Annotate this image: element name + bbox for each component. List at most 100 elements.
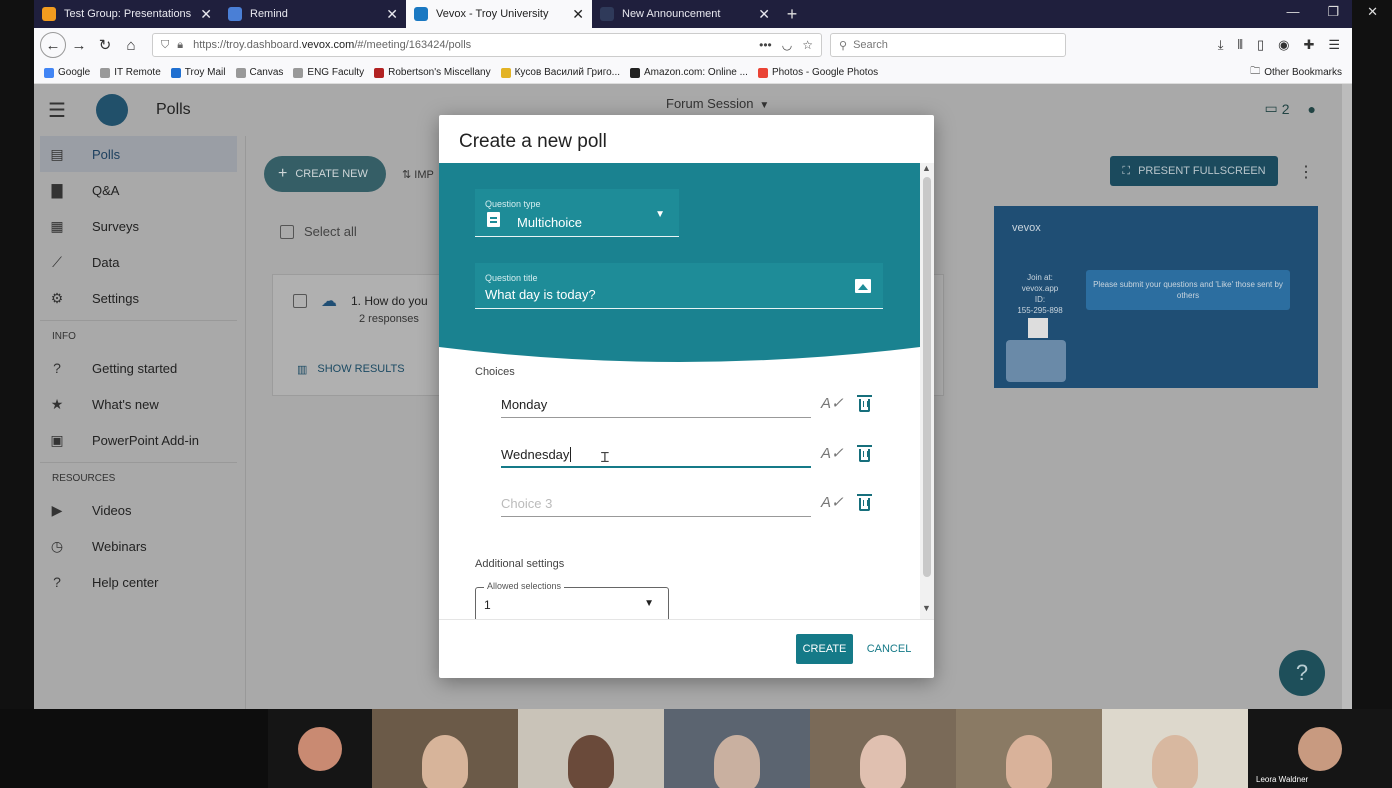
forward-icon[interactable]: →: [66, 32, 92, 58]
allowed-selections-select[interactable]: Allowed selections 1 ▼: [475, 581, 669, 619]
sidebar-item-what-s-new[interactable]: ★ What's new: [34, 386, 245, 422]
search-input[interactable]: ⚲ Search: [830, 33, 1066, 57]
sidebar-item-surveys[interactable]: ▦ Surveys: [34, 208, 245, 244]
pocket-icon[interactable]: ◡: [782, 38, 792, 52]
qr-code: [1028, 318, 1048, 338]
sidebar-item-help-center[interactable]: ? Help center: [34, 564, 245, 600]
create-new-button[interactable]: + CREATE NEW: [264, 156, 386, 192]
browser-tab[interactable]: Remind ✕: [220, 0, 406, 28]
url-text[interactable]: https://troy.dashboard.vevox.com/#/meeti…: [193, 39, 759, 51]
create-button[interactable]: CREATE: [796, 634, 853, 664]
sidebar-item-settings[interactable]: ⚙ Settings: [34, 280, 245, 316]
spellcheck-icon[interactable]: A✓: [821, 493, 844, 511]
bookmark-item[interactable]: ENG Faculty: [293, 67, 364, 78]
question-type-select[interactable]: Question type Multichoice ▼: [475, 189, 679, 237]
close-tab-icon[interactable]: ✕: [572, 6, 584, 23]
help-circle-icon: ?: [53, 360, 61, 376]
image-icon[interactable]: [855, 279, 871, 293]
sidebar: ▤ Polls ▇ Q&A ▦ Surveys ⟋ Data ⚙ Settings INFO ? G…: [34, 136, 246, 709]
cancel-button[interactable]: CANCEL: [863, 634, 915, 664]
video-participant-tile[interactable]: [268, 709, 372, 788]
bookmark-item[interactable]: Google: [44, 67, 90, 78]
sidebar-item-polls[interactable]: ▤ Polls: [40, 136, 237, 172]
minimize-icon[interactable]: —: [1286, 4, 1299, 20]
present-fullscreen-button[interactable]: ⛶ PRESENT FULLSCREEN: [1110, 156, 1278, 186]
video-participant-tile[interactable]: [664, 709, 810, 788]
browser-tab[interactable]: Vevox - Troy University ✕: [406, 0, 592, 28]
bookmark-item[interactable]: Amazon.com: Online ...: [630, 67, 748, 78]
bookmark-item[interactable]: Кусов Василий Григо...: [500, 67, 620, 78]
page-scrollbar[interactable]: [1342, 84, 1352, 709]
close-tab-icon[interactable]: ✕: [386, 6, 398, 23]
bookmark-item[interactable]: Photos - Google Photos: [757, 67, 878, 78]
browser-tab[interactable]: Test Group: Presentations on G ✕: [34, 0, 220, 28]
import-button[interactable]: ⇅ IMP: [402, 168, 434, 181]
sidebar-item-videos[interactable]: ▶ Videos: [34, 492, 245, 528]
reload-icon[interactable]: ↻: [92, 32, 118, 58]
select-all-checkbox[interactable]: Select all: [280, 224, 357, 239]
hamburger-menu-icon[interactable]: ☰: [34, 98, 80, 123]
other-bookmarks[interactable]: 🗀︎ Other Bookmarks: [1250, 64, 1342, 81]
bookmark-item[interactable]: Troy Mail: [170, 67, 226, 78]
sidebar-item-q-a[interactable]: ▇ Q&A: [34, 172, 245, 208]
video-participant-tile[interactable]: [956, 709, 1102, 788]
choice-input-2[interactable]: Wednesday Ɪ: [501, 442, 811, 468]
devices-icon[interactable]: ▭: [1265, 100, 1278, 117]
help-fab-button[interactable]: ?: [1279, 650, 1325, 696]
bookmark-star-icon[interactable]: ☆: [802, 38, 813, 52]
delete-choice-icon[interactable]: [857, 494, 872, 511]
sidebar-item-data[interactable]: ⟋ Data: [34, 244, 245, 280]
close-window-icon[interactable]: ✕: [1367, 4, 1378, 20]
video-participant-tile[interactable]: [1102, 709, 1248, 788]
spellcheck-icon[interactable]: A✓: [821, 444, 844, 462]
download-icon[interactable]: ⤓: [1218, 37, 1224, 53]
scroll-up-icon[interactable]: ▲: [922, 163, 931, 173]
scroll-down-icon[interactable]: ▼: [922, 603, 931, 613]
folder-icon: 🗀︎: [1250, 66, 1261, 77]
show-results-button[interactable]: ▥ SHOW RESULTS: [297, 363, 405, 376]
more-vertical-icon[interactable]: ⋮: [1298, 162, 1314, 182]
video-participant-tile[interactable]: [518, 709, 664, 788]
participant-avatar: [1298, 727, 1342, 771]
choice-input-3[interactable]: Choice 3: [501, 491, 811, 517]
sidebar-toggle-icon[interactable]: ▯: [1257, 37, 1264, 53]
browser-tab[interactable]: New Announcement ✕: [592, 0, 778, 28]
close-tab-icon[interactable]: ✕: [758, 6, 770, 23]
poll-checkbox[interactable]: [293, 294, 307, 308]
video-participant-tile[interactable]: Leora Waldner: [1248, 709, 1392, 788]
library-icon[interactable]: ⫴: [1237, 37, 1242, 53]
spellcheck-icon[interactable]: A✓: [821, 394, 844, 412]
extension-icon[interactable]: ✚: [1303, 37, 1314, 53]
restore-icon[interactable]: ❐: [1327, 4, 1339, 20]
more-actions-icon[interactable]: •••: [759, 38, 772, 52]
video-participant-tile[interactable]: [810, 709, 956, 788]
powerpoint-icon: ▣: [50, 431, 64, 448]
bookmark-item[interactable]: Robertson's Miscellany: [374, 67, 491, 78]
new-tab-icon[interactable]: +: [778, 0, 806, 28]
bookmark-item[interactable]: IT Remote: [100, 67, 161, 78]
help-circle-icon: ?: [53, 574, 61, 590]
back-icon[interactable]: ←: [40, 32, 66, 58]
delete-choice-icon[interactable]: [857, 445, 872, 462]
video-participant-tile[interactable]: [372, 709, 518, 788]
poll-title[interactable]: 1. How do you: [351, 294, 428, 308]
choice-input-1[interactable]: Monday: [501, 392, 811, 418]
user-account-icon[interactable]: ●: [1308, 101, 1316, 117]
sidebar-item-webinars[interactable]: ◷ Webinars: [34, 528, 245, 564]
checkbox[interactable]: [280, 224, 294, 239]
dialog-scrollbar[interactable]: ▲ ▼: [920, 163, 934, 619]
bookmark-item[interactable]: Canvas: [235, 67, 283, 78]
account-icon[interactable]: ◉: [1278, 37, 1289, 53]
menu-icon[interactable]: ☰: [1328, 37, 1340, 53]
scrollbar-thumb[interactable]: [923, 177, 931, 577]
home-icon[interactable]: ⌂: [118, 32, 144, 58]
bookmark-favicon-icon: [500, 67, 511, 78]
delete-choice-icon[interactable]: [857, 395, 872, 412]
sidebar-item-getting-started[interactable]: ? Getting started: [34, 350, 245, 386]
sidebar-item-label: Help center: [92, 574, 159, 590]
sidebar-item-powerpoint-add-in[interactable]: ▣ PowerPoint Add-in: [34, 422, 245, 458]
question-title-input[interactable]: Question title What day is today?: [475, 263, 883, 309]
session-selector[interactable]: Forum Session ▼: [666, 96, 769, 111]
url-bar[interactable]: ⛉ 🔒︎ https://troy.dashboard.vevox.com/#/…: [152, 33, 822, 57]
close-tab-icon[interactable]: ✕: [200, 6, 212, 23]
